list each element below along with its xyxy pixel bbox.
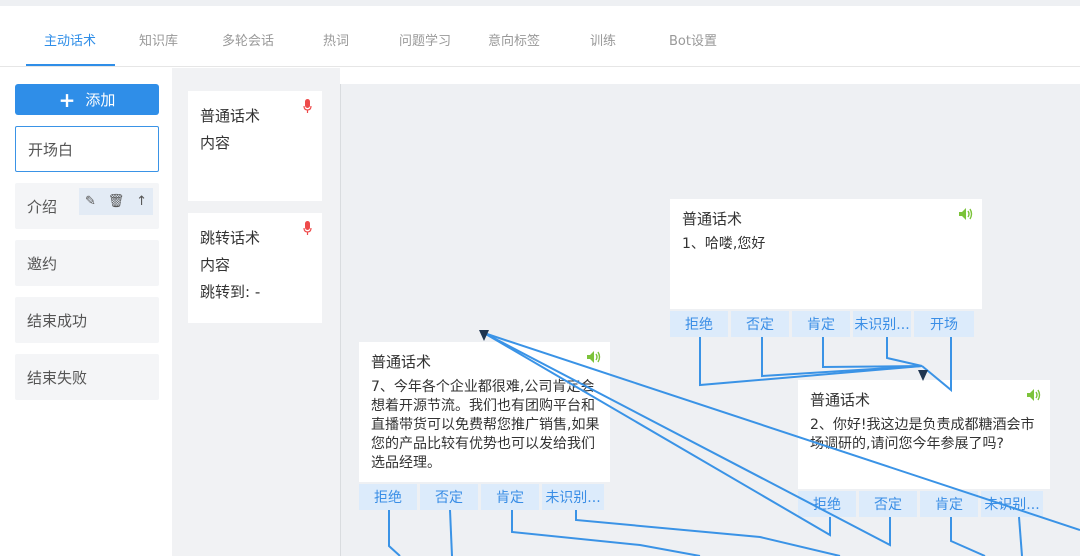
- branch-unrecognized-button[interactable]: 未识别...: [542, 484, 604, 510]
- branch-negative-button[interactable]: 否定: [731, 311, 789, 337]
- branch-negative-button[interactable]: 否定: [859, 491, 917, 517]
- branch-positive-button[interactable]: 肯定: [920, 491, 978, 517]
- template-normal-script[interactable]: 普通话术 内容: [188, 91, 322, 201]
- node-text: 2、你好!我这边是负责成都糖酒会市场调研的,请问您今年参展了吗?: [810, 417, 1035, 452]
- tab-bar: 主动话术 知识库 多轮会话 热词 问题学习 意向标签 训练 Bot设置: [0, 6, 1080, 67]
- tab-knowledge-base[interactable]: 知识库: [139, 30, 178, 49]
- node-branch-buttons: 拒绝 否定 肯定 未识别...: [798, 491, 1046, 517]
- category-label: 开场白: [28, 140, 74, 159]
- node-title: 普通话术: [371, 353, 432, 371]
- tab-active-scripts[interactable]: 主动话术: [44, 30, 96, 49]
- branch-negative-button[interactable]: 否定: [420, 484, 478, 510]
- flow-node-pitch[interactable]: 普通话术 7、今年各个企业都很难,公司肯定会想着开源节流。我们也有团购平台和直播…: [359, 342, 610, 482]
- template-title: 普通话术: [200, 107, 261, 125]
- category-opening[interactable]: 开场白: [15, 126, 159, 172]
- tab-intent-tags[interactable]: 意向标签: [488, 30, 540, 49]
- branch-unrecognized-button[interactable]: 未识别...: [853, 311, 911, 337]
- node-title: 普通话术: [810, 391, 871, 409]
- plus-icon: +: [58, 87, 76, 112]
- branch-reject-button[interactable]: 拒绝: [359, 484, 417, 510]
- microphone-icon: [303, 221, 312, 235]
- category-end-success[interactable]: 结束成功: [15, 297, 159, 343]
- tab-bot-settings[interactable]: Bot设置: [669, 30, 717, 49]
- category-label: 结束成功: [27, 311, 88, 330]
- move-up-icon[interactable]: ↑: [136, 194, 147, 209]
- node-branch-buttons: 拒绝 否定 肯定 未识别... 开场: [670, 311, 977, 337]
- category-end-fail[interactable]: 结束失败: [15, 354, 159, 400]
- category-tools: ✎ 🗑 ↑: [79, 188, 153, 215]
- flow-node-greeting[interactable]: 普通话术 1、哈喽,您好: [670, 199, 982, 309]
- branch-reject-button[interactable]: 拒绝: [670, 311, 728, 337]
- tab-hot-words[interactable]: 热词: [323, 30, 349, 49]
- template-jump-script[interactable]: 跳转话术 内容 跳转到: -: [188, 213, 322, 323]
- speaker-icon[interactable]: [1026, 388, 1042, 402]
- node-title: 普通话术: [682, 210, 743, 228]
- template-content: 内容: [200, 134, 231, 152]
- category-label: 介绍: [27, 197, 58, 216]
- category-invite[interactable]: 邀约: [15, 240, 159, 286]
- template-jump-target: 跳转到: -: [200, 283, 261, 301]
- branch-opening-button[interactable]: 开场: [914, 311, 974, 337]
- node-text: 1、哈喽,您好: [682, 236, 766, 252]
- template-content: 内容: [200, 256, 231, 274]
- template-title: 跳转话术: [200, 229, 261, 247]
- microphone-icon: [303, 99, 312, 113]
- branch-positive-button[interactable]: 肯定: [792, 311, 850, 337]
- branch-unrecognized-button[interactable]: 未识别...: [981, 491, 1043, 517]
- speaker-icon[interactable]: [958, 207, 974, 221]
- tab-question-learning[interactable]: 问题学习: [399, 30, 451, 49]
- add-button-label: 添加: [85, 91, 116, 109]
- speaker-icon[interactable]: [586, 350, 602, 364]
- edit-icon[interactable]: ✎: [85, 194, 96, 209]
- add-category-button[interactable]: + 添加: [15, 84, 159, 115]
- category-sidebar: + 添加 开场白 介绍 ✎ 🗑 ↑ 邀约 结束成功 结束失败: [0, 68, 172, 556]
- active-tab-underline: [26, 64, 115, 66]
- node-text: 7、今年各个企业都很难,公司肯定会想着开源节流。我们也有团购平台和直播带货可以免…: [371, 379, 600, 471]
- tab-training[interactable]: 训练: [590, 30, 616, 49]
- node-branch-buttons: 拒绝 否定 肯定 未识别...: [359, 484, 607, 510]
- category-label: 邀约: [27, 254, 58, 273]
- delete-icon[interactable]: 🗑: [108, 194, 125, 209]
- category-intro[interactable]: 介绍 ✎ 🗑 ↑: [15, 183, 159, 229]
- branch-reject-button[interactable]: 拒绝: [798, 491, 856, 517]
- tab-multi-turn[interactable]: 多轮会话: [222, 30, 274, 49]
- flow-node-survey[interactable]: 普通话术 2、你好!我这边是负责成都糖酒会市场调研的,请问您今年参展了吗?: [798, 380, 1050, 489]
- branch-positive-button[interactable]: 肯定: [481, 484, 539, 510]
- category-label: 结束失败: [27, 368, 88, 387]
